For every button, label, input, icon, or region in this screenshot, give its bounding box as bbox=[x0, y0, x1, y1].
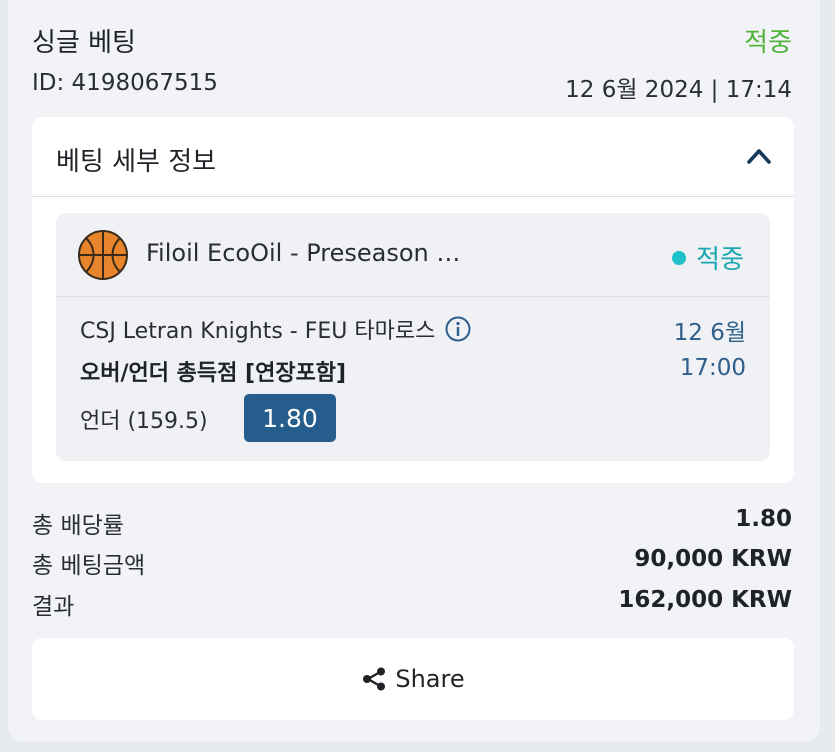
stake-label: 총 베팅금액 bbox=[32, 553, 146, 579]
bet-selection-header: Filoil EcoOil - Preseason … 적중 bbox=[56, 213, 770, 297]
stake-value: 90,000 KRW bbox=[634, 546, 792, 572]
selection-status-label: 적중 bbox=[696, 245, 744, 275]
share-icon bbox=[363, 667, 386, 691]
bet-selection-card: Filoil EcoOil - Preseason … 적중 CSJ Letra… bbox=[56, 213, 770, 461]
bet-datetime: 12 6월 2024 | 17:14 bbox=[565, 77, 792, 103]
basketball-icon bbox=[78, 230, 128, 280]
total-odds-value: 1.80 bbox=[735, 506, 792, 532]
match-teams: CSJ Letran Knights - FEU 타마로스 bbox=[80, 313, 471, 345]
bet-type-title: 싱글 베팅 bbox=[32, 28, 136, 58]
status-dot-icon bbox=[672, 250, 687, 265]
bet-market: 오버/언더 총득점 [연장포함] bbox=[80, 361, 347, 386]
odds-badge: 1.80 bbox=[244, 394, 336, 442]
bet-details-panel: 베팅 세부 정보 Filoil EcoOil - Preseason … 적중 bbox=[32, 117, 794, 483]
bet-card: 싱글 베팅 적중 ID: 4198067515 12 6월 2024 | 17:… bbox=[8, 0, 820, 742]
result-value: 162,000 KRW bbox=[618, 587, 792, 613]
bet-details-title: 베팅 세부 정보 bbox=[56, 147, 217, 177]
info-icon[interactable] bbox=[445, 316, 471, 342]
bet-details-header[interactable]: 베팅 세부 정보 bbox=[32, 117, 794, 197]
share-button[interactable]: Share bbox=[32, 638, 794, 720]
match-time: 17:00 bbox=[679, 355, 746, 381]
bet-id: ID: 4198067515 bbox=[32, 70, 218, 96]
bet-selection: 언더 (159.5) bbox=[80, 409, 208, 434]
selection-status: 적중 bbox=[672, 239, 744, 276]
league-name: Filoil EcoOil - Preseason … bbox=[146, 239, 461, 267]
result-label: 결과 bbox=[32, 594, 75, 620]
chevron-up-icon[interactable] bbox=[746, 145, 772, 167]
match-teams-label: CSJ Letran Knights - FEU 타마로스 bbox=[80, 319, 436, 344]
bet-status: 적중 bbox=[744, 28, 792, 58]
share-label: Share bbox=[395, 665, 465, 693]
total-odds-label: 총 배당률 bbox=[32, 513, 124, 539]
match-date: 12 6월 bbox=[673, 320, 746, 346]
